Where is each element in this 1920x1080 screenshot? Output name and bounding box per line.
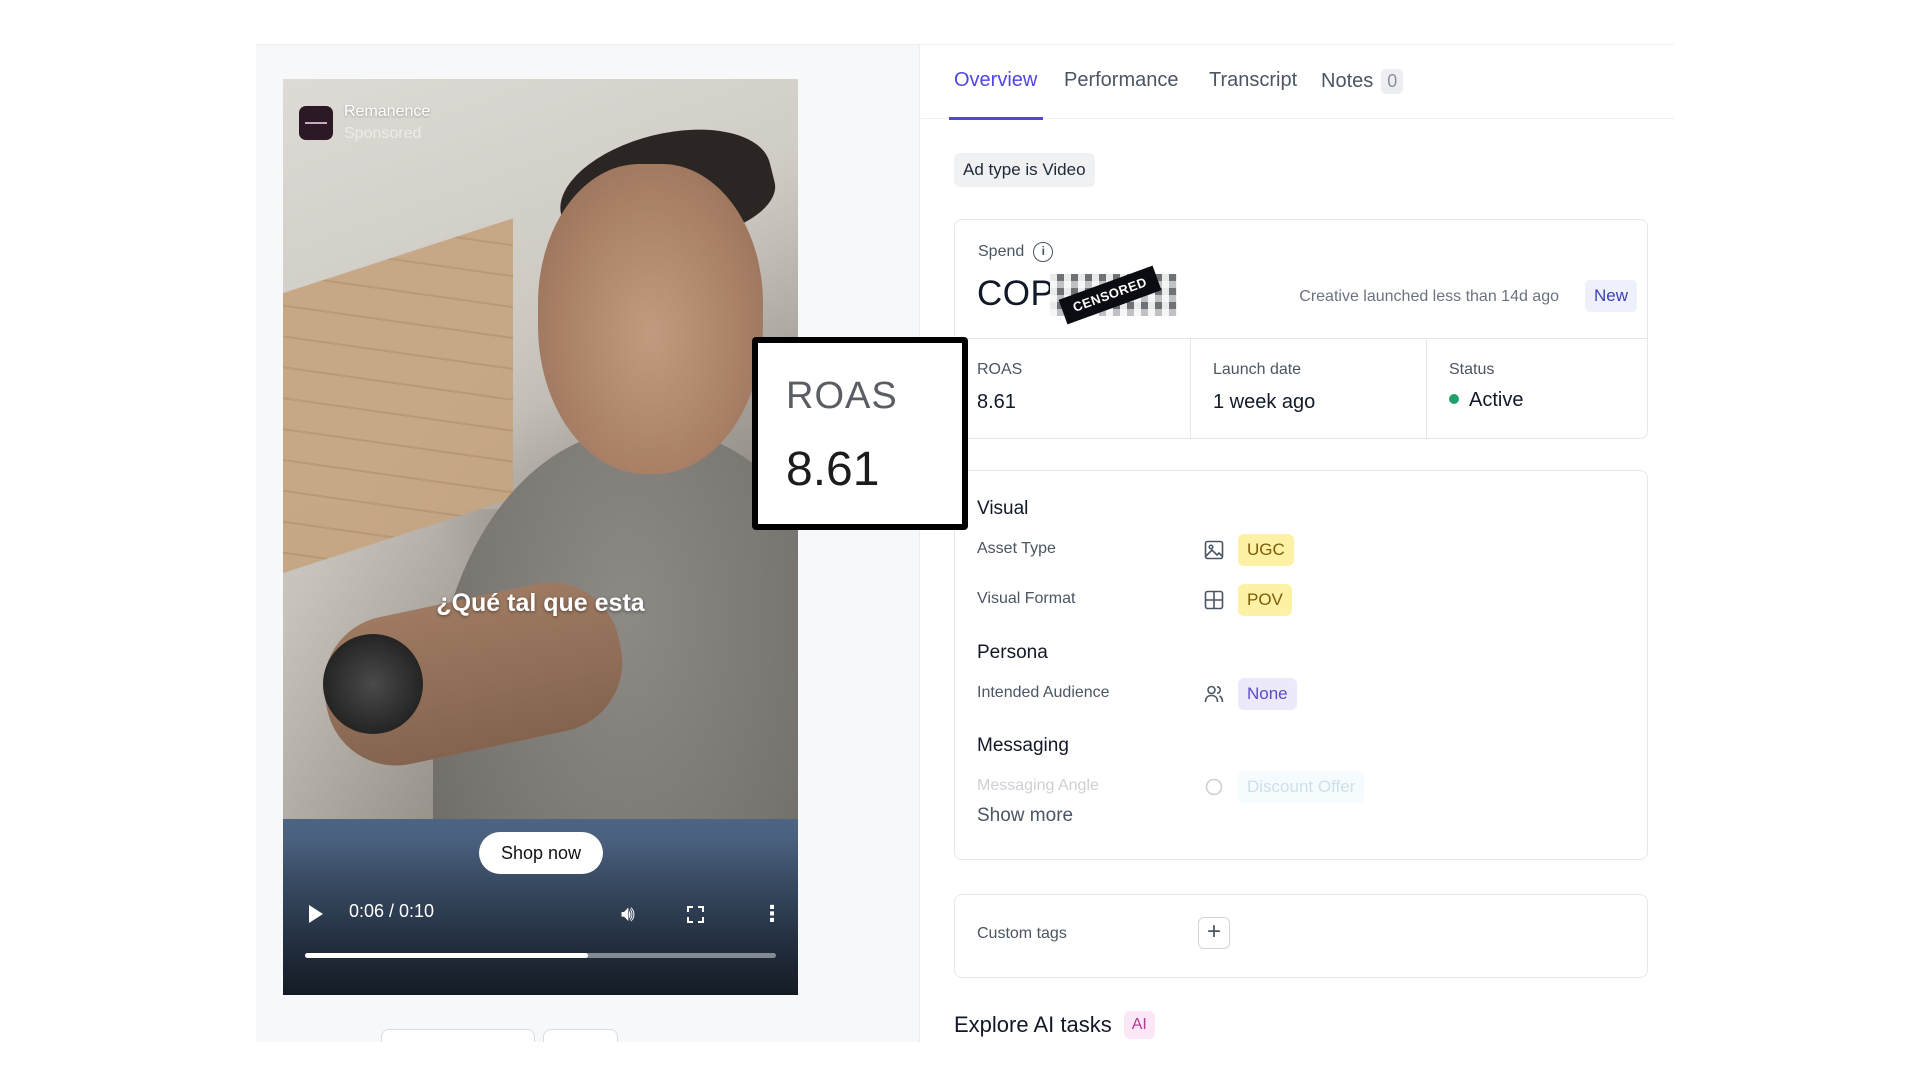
ad-details-pane: Overview Performance Transcript Notes 0 A… xyxy=(921,45,1674,1042)
stats-row: ROAS 8.61 Launch date 1 week ago Status … xyxy=(955,338,1647,439)
messaging-angle-tag[interactable]: Discount Offer xyxy=(1238,771,1365,803)
messaging-angle-label: Messaging Angle xyxy=(977,777,1099,794)
video-caption: ¿Qué tal que esta xyxy=(436,589,645,617)
status-value: Active xyxy=(1449,389,1523,412)
attributes-card: Visual Asset Type UGC Visual Format POV … xyxy=(954,470,1648,860)
stat-value: 8.61 xyxy=(977,391,1016,413)
volume-icon[interactable]: 🔊︎ xyxy=(621,901,635,927)
explore-title: Explore AI tasks xyxy=(954,1012,1112,1037)
tab-transcript[interactable]: Transcript xyxy=(1209,69,1297,119)
explore-ai-tasks: Explore AI tasks AI xyxy=(954,1011,1155,1039)
detail-tabs: Overview Performance Transcript Notes 0 xyxy=(921,45,1674,120)
play-icon[interactable] xyxy=(309,905,323,923)
ad-brand-header: Remanence Sponsored xyxy=(299,101,430,145)
visual-format-label: Visual Format xyxy=(977,590,1076,607)
circle-icon xyxy=(1205,778,1223,796)
preview-secondary-button[interactable] xyxy=(543,1029,618,1042)
asset-type-tag[interactable]: UGC xyxy=(1238,534,1294,566)
more-vertical-icon[interactable]: ⋮ xyxy=(761,901,783,927)
spend-card: Spend i COP CENSORED Creative launched l… xyxy=(954,219,1648,439)
app-frame: Remanence Sponsored ¿Qué tal que esta Sh… xyxy=(256,44,1674,1042)
section-title-persona: Persona xyxy=(977,642,1048,663)
image-icon xyxy=(1204,540,1224,560)
fullscreen-icon[interactable] xyxy=(687,906,704,923)
spend-label-row: Spend i xyxy=(978,242,1054,262)
video-time: 0:06 / 0:10 xyxy=(349,901,435,921)
brand-logo xyxy=(299,106,333,140)
spend-value: COP xyxy=(977,274,1055,313)
ad-type-filter-chip[interactable]: Ad type is Video xyxy=(954,153,1095,187)
video-controls: 0:06 / 0:10 🔊︎ ⋮ xyxy=(283,885,798,995)
section-title-messaging: Messaging xyxy=(977,735,1069,756)
notes-count-badge: 0 xyxy=(1381,69,1404,94)
intended-audience-label: Intended Audience xyxy=(977,684,1110,701)
video-person-head xyxy=(538,164,763,474)
ai-badge: AI xyxy=(1123,1011,1155,1039)
roas-callout-value: 8.61 xyxy=(786,443,880,496)
stat-value: 1 week ago xyxy=(1213,391,1316,413)
ad-preview-pane: Remanence Sponsored ¿Qué tal que esta Sh… xyxy=(256,45,920,1042)
stat-roas: ROAS 8.61 xyxy=(955,339,1191,439)
ad-video[interactable]: Remanence Sponsored ¿Qué tal que esta Sh… xyxy=(283,79,798,995)
tab-notes[interactable]: Notes 0 xyxy=(1321,69,1404,119)
shop-now-button[interactable]: Shop now xyxy=(479,832,603,874)
section-title-visual: Visual xyxy=(977,498,1029,519)
sponsored-label: Sponsored xyxy=(344,125,422,142)
launched-text: Creative launched less than 14d ago xyxy=(1299,288,1559,305)
new-badge: New xyxy=(1584,280,1637,312)
preview-action-button[interactable] xyxy=(381,1029,535,1042)
status-dot xyxy=(1449,394,1459,404)
brand-name: Remanence xyxy=(344,103,431,120)
tab-performance[interactable]: Performance xyxy=(1064,69,1179,119)
stat-label: Status xyxy=(1449,361,1495,378)
video-watch xyxy=(323,634,423,734)
roas-callout-label: ROAS xyxy=(786,375,898,417)
info-icon[interactable]: i xyxy=(1033,242,1054,262)
video-progress-bar[interactable] xyxy=(305,953,776,958)
layout-icon xyxy=(1204,590,1224,610)
show-more-link[interactable]: Show more xyxy=(977,805,1073,827)
asset-type-label: Asset Type xyxy=(977,540,1056,557)
custom-tags-label: Custom tags xyxy=(977,925,1067,942)
roas-callout: ROAS 8.61 xyxy=(752,337,968,530)
custom-tags-card: Custom tags + xyxy=(954,894,1648,978)
video-progress-fill xyxy=(305,953,588,958)
spend-label: Spend xyxy=(978,243,1025,260)
stat-label: Launch date xyxy=(1213,361,1302,378)
tab-overview[interactable]: Overview xyxy=(948,69,1044,120)
stat-launch-date: Launch date 1 week ago xyxy=(1191,339,1427,439)
intended-audience-tag[interactable]: None xyxy=(1238,678,1297,710)
add-tag-button[interactable]: + xyxy=(1198,917,1230,949)
visual-format-tag[interactable]: POV xyxy=(1238,584,1292,616)
stat-label: ROAS xyxy=(977,361,1023,378)
stat-status: Status Active xyxy=(1427,339,1647,439)
users-icon xyxy=(1204,685,1224,703)
